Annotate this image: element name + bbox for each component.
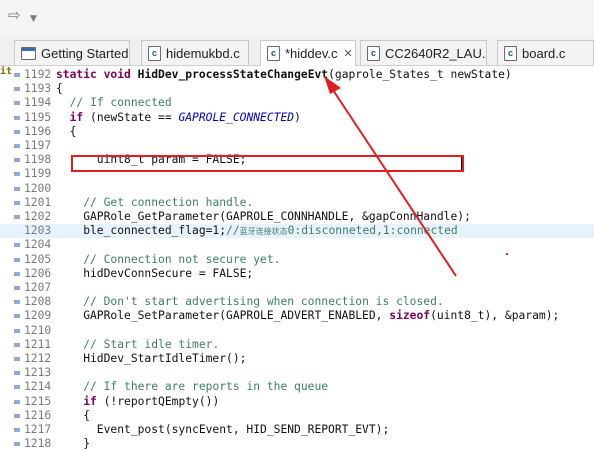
tab-label: CC2640R2_LAU... bbox=[385, 45, 487, 61]
annotation-dot bbox=[506, 253, 508, 255]
line-number: 1210 bbox=[24, 323, 52, 337]
line-number: 1203 bbox=[24, 224, 52, 238]
code-line[interactable]: 1218 } bbox=[0, 437, 594, 451]
line-number: 1216 bbox=[24, 408, 52, 422]
code-line[interactable]: 1215 if (!reportQEmpty()) bbox=[0, 395, 594, 409]
editor-tab-bar: Getting Started c hidemukbd.c c *hiddev.… bbox=[0, 36, 594, 66]
line-number: 1211 bbox=[24, 337, 52, 351]
code-line[interactable]: 1212 HidDev_StartIdleTimer(); bbox=[0, 352, 594, 366]
code-line[interactable]: 1203 ble_connected_flag=1;//蓝牙连接状态0:disc… bbox=[0, 224, 594, 239]
line-number: 1194 bbox=[24, 96, 52, 110]
line-number: 1213 bbox=[24, 366, 52, 380]
code-line[interactable]: 1201 // Get connection handle. bbox=[0, 196, 594, 210]
line-number: 1207 bbox=[24, 281, 52, 294]
line-number: 1202 bbox=[24, 210, 52, 223]
chevron-down-icon[interactable]: ▼ bbox=[30, 11, 37, 27]
code-line[interactable]: 1199 bbox=[0, 167, 594, 181]
line-number: 1205 bbox=[24, 252, 52, 266]
close-icon[interactable]: ✕ bbox=[344, 47, 353, 60]
line-number: 1198 bbox=[24, 153, 52, 167]
forward-arrow-icon[interactable]: ⇨ bbox=[8, 7, 21, 23]
line-number: 1195 bbox=[24, 110, 52, 124]
code-text: Event_post(syncEvent, HID_SEND_REPORT_EV… bbox=[56, 423, 390, 436]
code-text: // Connection not secure yet. bbox=[83, 252, 281, 266]
tab-hidemukbd[interactable]: c hidemukbd.c bbox=[141, 40, 249, 65]
code-text: { bbox=[56, 408, 91, 422]
code-line[interactable]: 1202 GAPRole_GetParameter(GAPROLE_CONNHA… bbox=[0, 210, 594, 224]
line-number: 1200 bbox=[24, 181, 52, 195]
code-line[interactable]: 1195 if (newState == GAPROLE_CONNECTED) bbox=[0, 111, 594, 125]
code-line[interactable]: 1197 bbox=[0, 139, 594, 153]
code-line[interactable]: 1205 // Connection not secure yet. bbox=[0, 253, 594, 267]
line-number: 1193 bbox=[24, 82, 52, 96]
code-line[interactable]: 1200 bbox=[0, 182, 594, 196]
c-file-icon: c bbox=[267, 46, 280, 61]
code-line[interactable]: 1193 { bbox=[0, 82, 594, 96]
code-line[interactable]: 1217 Event_post(syncEvent, HID_SEND_REPO… bbox=[0, 423, 594, 437]
code-line[interactable]: 1192 static void HidDev_processStateChang… bbox=[0, 68, 594, 82]
code-editor[interactable]: it 1192 static void HidDev_processStateCh… bbox=[0, 66, 594, 450]
code-line[interactable]: 1211 // Start idle timer. bbox=[0, 338, 594, 352]
code-line[interactable]: 1208 // Don't start advertising when con… bbox=[0, 295, 594, 309]
tab-label: *hiddev.c bbox=[285, 46, 338, 61]
code-text: // Don't start advertising when connecti… bbox=[83, 295, 444, 309]
line-number: 1214 bbox=[24, 380, 52, 394]
code-text: uint8_t param = FALSE; bbox=[56, 153, 247, 167]
code-text: HidDev_StartIdleTimer(); bbox=[56, 352, 247, 365]
line-number: 1196 bbox=[24, 124, 52, 138]
toolbar: ⇨ ▼ bbox=[0, 0, 594, 37]
tab-label: board.c bbox=[522, 45, 566, 61]
code-line[interactable]: 1204 bbox=[0, 238, 594, 252]
line-number: 1201 bbox=[24, 195, 52, 209]
line-number: 1209 bbox=[24, 309, 52, 323]
code-text: { bbox=[56, 82, 63, 96]
line-number: 1208 bbox=[24, 295, 52, 309]
c-file-icon: c bbox=[367, 45, 380, 61]
tab-label: Getting Started bbox=[41, 45, 129, 61]
line-number: 1212 bbox=[24, 352, 52, 365]
code-line[interactable]: 1198 uint8_t param = FALSE; bbox=[0, 153, 594, 167]
code-line[interactable]: 1216 { bbox=[0, 409, 594, 423]
code-line[interactable]: 1213 bbox=[0, 366, 594, 380]
code-text: // Start idle timer. bbox=[83, 337, 220, 351]
code-line[interactable]: 1207 bbox=[0, 281, 594, 295]
line-number: 1197 bbox=[24, 139, 52, 152]
code-text: // If there are reports in the queue bbox=[83, 380, 329, 394]
code-text: } bbox=[56, 437, 91, 451]
line-number: 1215 bbox=[24, 394, 52, 408]
line-number: 1217 bbox=[24, 423, 52, 436]
tab-hiddev[interactable]: c *hiddev.c ✕ bbox=[260, 40, 356, 66]
tab-cc2640r2-launchxl[interactable]: c CC2640R2_LAU... bbox=[360, 40, 487, 65]
code-line[interactable]: 1196 { bbox=[0, 125, 594, 139]
line-number: 1199 bbox=[24, 167, 52, 181]
window-icon bbox=[21, 46, 36, 60]
code-line[interactable]: 1206 hidDevConnSecure = FALSE; bbox=[0, 267, 594, 281]
code-text: static void HidDev_processStateChangeEvt… bbox=[56, 68, 512, 81]
code-text: GAPRole_GetParameter(GAPROLE_CONNHANDLE,… bbox=[56, 210, 471, 223]
code-text: if (!reportQEmpty()) bbox=[83, 394, 220, 408]
line-number: 1192 bbox=[24, 68, 52, 81]
code-text: GAPRole_SetParameter(GAPROLE_ADVERT_ENAB… bbox=[56, 309, 560, 323]
code-text: // Get connection handle. bbox=[83, 195, 254, 209]
code-text: // If connected bbox=[69, 96, 172, 110]
code-line[interactable]: 1210 bbox=[0, 324, 594, 338]
line-number: 1206 bbox=[24, 266, 52, 280]
line-number: 1218 bbox=[24, 437, 52, 451]
tab-getting-started[interactable]: Getting Started bbox=[14, 40, 130, 65]
c-file-icon: c bbox=[148, 45, 161, 61]
code-text: { bbox=[56, 124, 77, 138]
tab-label: hidemukbd.c bbox=[166, 45, 240, 61]
code-text: if (newState == GAPROLE_CONNECTED) bbox=[69, 110, 301, 124]
line-number: 1204 bbox=[24, 238, 52, 252]
code-text: ble_connected_flag=1;//蓝牙连接状态0:disconnet… bbox=[56, 224, 458, 238]
c-file-icon: c bbox=[504, 45, 517, 61]
tab-board[interactable]: c board.c bbox=[497, 40, 594, 65]
code-line[interactable]: 1214 // If there are reports in the queu… bbox=[0, 380, 594, 394]
code-line[interactable]: 1194 // If connected bbox=[0, 96, 594, 110]
text-caret bbox=[461, 157, 462, 170]
code-text: hidDevConnSecure = FALSE; bbox=[56, 266, 254, 280]
code-line[interactable]: 1209 GAPRole_SetParameter(GAPROLE_ADVERT… bbox=[0, 309, 594, 323]
